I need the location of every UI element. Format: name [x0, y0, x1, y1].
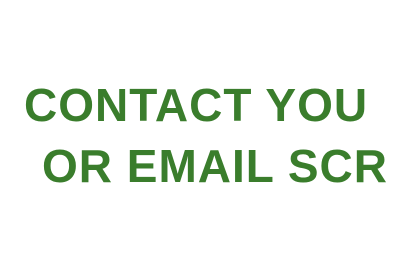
banner: CONTACT YOU OR EMAIL SCR — [0, 0, 400, 268]
banner-line-2: OR EMAIL SCR — [42, 140, 388, 192]
banner-line-1: CONTACT YOU — [24, 79, 369, 131]
